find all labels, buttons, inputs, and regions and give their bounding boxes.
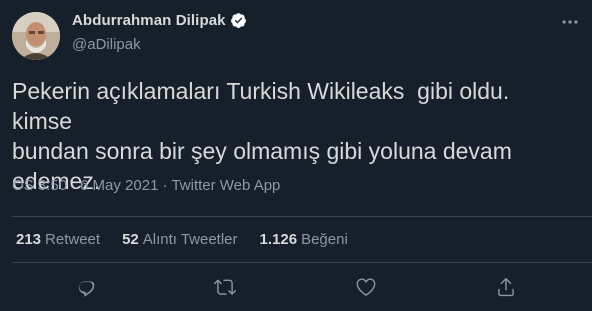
retweets-count: 213 <box>16 231 42 248</box>
tweet-source[interactable]: Twitter Web App <box>171 177 280 194</box>
reply-icon[interactable] <box>76 276 98 298</box>
likes-count: 1.126 <box>259 231 298 248</box>
quotes-stat[interactable]: 52 Alıntı Tweetler <box>122 231 237 248</box>
meta-separator: · <box>71 177 77 194</box>
author-name-row: Abdurrahman Dilipak <box>72 12 247 29</box>
author-display-name[interactable]: Abdurrahman Dilipak <box>72 12 226 29</box>
retweet-icon[interactable] <box>214 276 236 298</box>
tweet-date[interactable]: 6 May 2021 <box>80 177 158 194</box>
divider <box>12 216 592 217</box>
quotes-label: Alıntı Tweetler <box>142 231 238 248</box>
meta-separator: · <box>162 177 168 194</box>
quotes-count: 52 <box>122 231 139 248</box>
tweet-actions <box>0 276 592 300</box>
likes-label: Beğeni <box>301 231 348 248</box>
like-icon[interactable] <box>355 276 377 298</box>
avatar[interactable] <box>12 12 60 60</box>
tweet-time[interactable]: ÖS 3:50 <box>12 177 67 194</box>
likes-stat[interactable]: 1.126 Beğeni <box>260 231 348 248</box>
more-options-icon[interactable] <box>560 12 580 32</box>
tweet-meta: ÖS 3:50 · 6 May 2021 · Twitter Web App <box>12 177 280 194</box>
divider <box>12 262 592 263</box>
share-icon[interactable] <box>495 276 517 298</box>
author-handle[interactable]: @aDilipak <box>72 36 141 53</box>
tweet-detail: Abdurrahman Dilipak @aDilipak Pekerin aç… <box>0 0 592 311</box>
tweet-stats: 213 Retweet 52 Alıntı Tweetler 1.126 Beğ… <box>16 231 370 248</box>
avatar-image <box>12 12 60 60</box>
retweets-stat[interactable]: 213 Retweet <box>16 231 100 248</box>
retweets-label: Retweet <box>45 231 101 248</box>
verified-badge-icon <box>230 12 247 29</box>
